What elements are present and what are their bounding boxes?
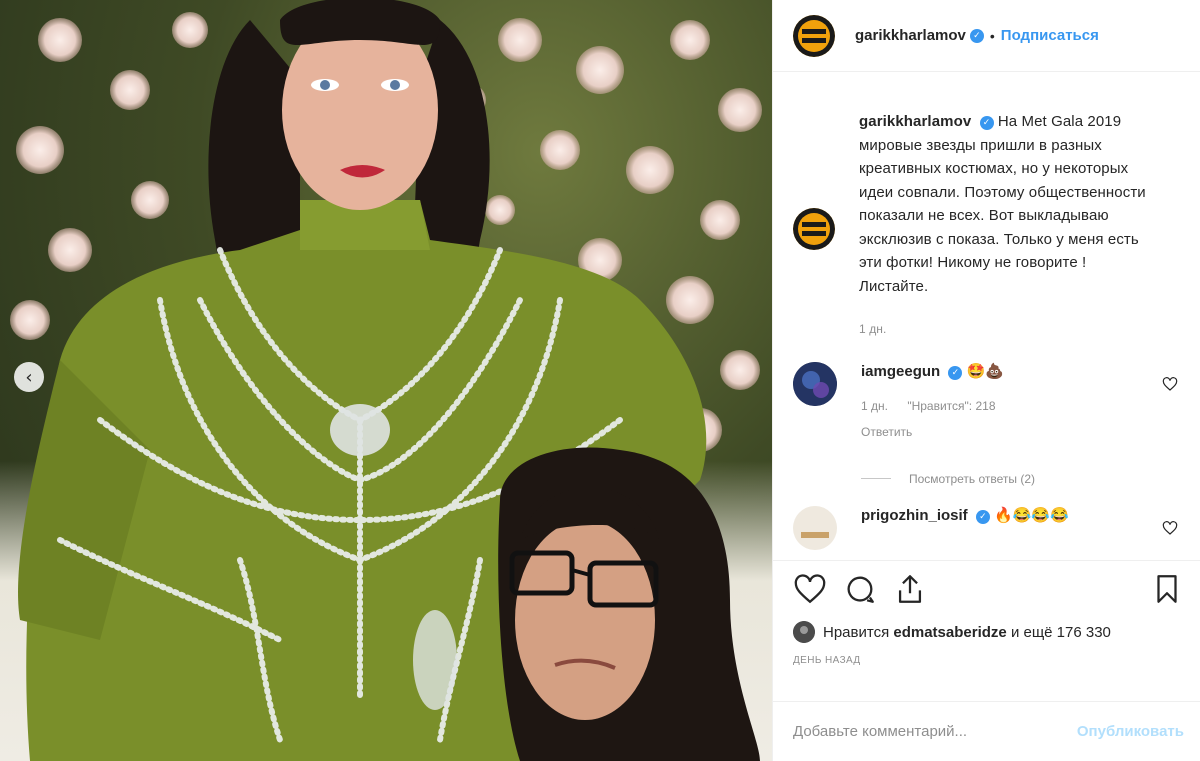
comment-bubble-icon [847,576,874,603]
comment-meta: 1 дн. "Нравится": 218 [861,396,1012,416]
publish-button[interactable]: Опубликовать [1077,723,1184,740]
post-timestamp[interactable]: День назад [793,655,1184,666]
caption-username[interactable]: garikkharlamov [859,113,971,130]
caption-body: garikkharlamov ✓ На Met Gala 2019 мировы… [859,110,1159,342]
comment-text: 🔥😂😂😂 [994,506,1069,524]
post-actions-section: Нравится edmatsaberidze и ещё 176 330 Де… [773,560,1200,666]
view-replies-button[interactable]: Посмотреть ответы (2) [861,472,1184,486]
comment-item: prigozhin_iosif ✓ 🔥😂😂😂 [793,505,1184,550]
post-header: garikkharlamov ✓ • Подписаться [773,0,1200,72]
follow-button[interactable]: Подписаться [1001,27,1099,44]
caption-avatar[interactable] [793,208,835,250]
comment-username[interactable]: prigozhin_iosif [861,507,968,524]
view-replies-label: Посмотреть ответы (2) [909,471,1036,486]
bookmark-icon [1157,575,1177,603]
comment-body: prigozhin_iosif ✓ 🔥😂😂😂 [861,506,1069,550]
post-side-panel: garikkharlamov ✓ • Подписаться garikkhar… [772,0,1200,761]
comment-body: iamgeegun ✓ 🤩💩 1 дн. "Нравится": 218 Отв… [861,362,1012,442]
comment-item: iamgeegun ✓ 🤩💩 1 дн. "Нравится": 218 Отв… [793,361,1184,442]
likes-summary: Нравится edmatsaberidze и ещё 176 330 [793,621,1184,643]
reply-button[interactable]: Ответить [861,422,1012,442]
people-figure [18,0,760,761]
post-photo[interactable]: ‹ [0,0,772,761]
share-button[interactable] [893,572,927,606]
likes-prefix: Нравится [823,623,890,641]
comment-likes[interactable]: "Нравится": 218 [907,399,995,413]
heart-icon[interactable] [1162,376,1178,392]
liker-avatar[interactable] [793,621,815,643]
author-avatar[interactable] [793,14,835,57]
prev-photo-button[interactable]: ‹ [14,362,44,392]
chevron-left-icon: ‹ [25,366,33,388]
verified-badge-icon: ✓ [975,509,990,524]
avatar-image [793,505,837,550]
caption-text: На Met Gala 2019 мировые звезды пришли в… [859,113,1146,295]
logo-avatar-icon [793,14,835,57]
post-caption: garikkharlamov ✓ На Met Gala 2019 мировы… [793,72,1184,342]
comment-time[interactable]: 1 дн. [861,399,888,413]
logo-avatar-icon [793,208,835,250]
heart-icon [794,574,826,604]
separator-dot: • [989,27,995,44]
action-bar [793,561,1184,611]
comment-username[interactable]: iamgeegun [861,363,940,380]
likes-count[interactable]: и ещё 176 330 [1011,624,1111,641]
caption-time[interactable]: 1 дн. [859,318,1159,342]
author-username[interactable]: garikkharlamov [855,27,966,44]
instagram-post: ‹ garikkharlamov ✓ • Подписаться garikkh… [0,0,1200,761]
avatar-image [793,621,815,643]
comments-list[interactable]: garikkharlamov ✓ На Met Gala 2019 мировы… [773,72,1200,559]
comment-button[interactable] [843,572,877,606]
avatar-image [793,361,837,406]
verified-badge-icon: ✓ [969,28,984,43]
verified-badge-icon: ✓ [979,116,994,130]
like-button[interactable] [793,572,827,606]
commenter-avatar[interactable] [793,505,837,550]
verified-badge-icon: ✓ [948,365,963,380]
comment-text: 🤩💩 [966,362,1004,380]
replies-divider [861,478,891,479]
share-icon [898,575,922,603]
heart-icon[interactable] [1162,520,1178,536]
commenter-avatar[interactable] [793,361,837,406]
comment-input[interactable] [793,723,1077,740]
add-comment-bar: Опубликовать [773,701,1200,761]
liker-username[interactable]: edmatsaberidze [893,624,1006,641]
save-button[interactable] [1150,572,1184,606]
